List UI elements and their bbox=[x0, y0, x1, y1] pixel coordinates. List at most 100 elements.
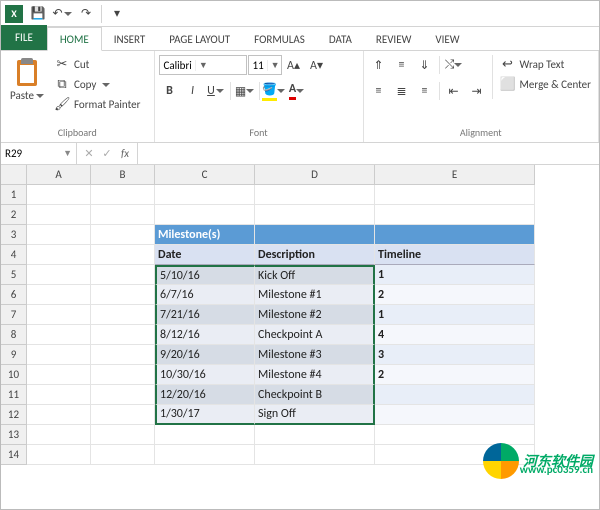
cell[interactable] bbox=[255, 425, 375, 445]
tab-page-layout[interactable]: PAGE LAYOUT bbox=[157, 28, 242, 50]
underline-button[interactable]: U bbox=[205, 81, 227, 101]
cell[interactable] bbox=[27, 385, 91, 405]
cell[interactable] bbox=[91, 365, 155, 385]
cell[interactable]: Milestone(s) bbox=[155, 225, 255, 245]
cell[interactable]: Sign Off bbox=[255, 405, 375, 425]
cell[interactable]: 6/7/16 bbox=[155, 285, 255, 305]
cell[interactable]: 1 bbox=[375, 305, 535, 325]
grow-font-button[interactable]: A▴ bbox=[283, 55, 305, 75]
cell[interactable]: 8/12/16 bbox=[155, 325, 255, 345]
cell[interactable] bbox=[375, 385, 535, 405]
row-header[interactable]: 1 bbox=[1, 185, 27, 205]
cell[interactable] bbox=[155, 205, 255, 225]
cell[interactable]: Milestone #2 bbox=[255, 305, 375, 325]
cell[interactable] bbox=[91, 385, 155, 405]
cell[interactable] bbox=[91, 305, 155, 325]
col-header-e[interactable]: E bbox=[375, 165, 535, 185]
cell[interactable] bbox=[27, 185, 91, 205]
cell[interactable] bbox=[91, 405, 155, 425]
tab-review[interactable]: REVIEW bbox=[364, 28, 424, 50]
row-header[interactable]: 12 bbox=[1, 405, 27, 425]
select-all-corner[interactable] bbox=[1, 165, 27, 185]
cell[interactable] bbox=[27, 265, 91, 285]
decrease-indent-button[interactable]: ⇤ bbox=[443, 81, 465, 101]
cell[interactable]: 2 bbox=[375, 365, 535, 385]
cell[interactable] bbox=[27, 445, 91, 465]
copy-button[interactable]: ⧉Copy bbox=[51, 75, 143, 94]
merge-center-button[interactable]: ⬜Merge & Center bbox=[497, 75, 595, 94]
cell[interactable]: Description bbox=[255, 245, 375, 265]
cell[interactable]: 3 bbox=[375, 345, 535, 365]
cell[interactable] bbox=[255, 185, 375, 205]
row-header[interactable]: 9 bbox=[1, 345, 27, 365]
increase-indent-button[interactable]: ⇥ bbox=[466, 81, 488, 101]
font-color-button[interactable]: A bbox=[286, 81, 308, 101]
row-header[interactable]: 2 bbox=[1, 205, 27, 225]
cell[interactable] bbox=[27, 205, 91, 225]
col-header-b[interactable]: B bbox=[91, 165, 155, 185]
cell[interactable] bbox=[155, 425, 255, 445]
cell[interactable]: Milestone #1 bbox=[255, 285, 375, 305]
paste-button[interactable]: Paste bbox=[5, 55, 49, 104]
cell[interactable] bbox=[375, 405, 535, 425]
cell[interactable] bbox=[91, 225, 155, 245]
cell[interactable]: 2 bbox=[375, 285, 535, 305]
row-header[interactable]: 14 bbox=[1, 445, 27, 465]
italic-button[interactable]: I bbox=[182, 81, 204, 101]
cell[interactable] bbox=[91, 185, 155, 205]
redo-button[interactable]: ↷ bbox=[75, 3, 97, 25]
shrink-font-button[interactable]: A▾ bbox=[306, 55, 328, 75]
accept-formula-icon[interactable]: ✓ bbox=[99, 147, 115, 160]
cell[interactable] bbox=[255, 445, 375, 465]
align-center-button[interactable]: ≣ bbox=[391, 81, 413, 101]
name-box[interactable]: R29▼ bbox=[1, 143, 77, 164]
cell[interactable]: Checkpoint A bbox=[255, 325, 375, 345]
align-top-button[interactable]: ⇑ bbox=[368, 55, 390, 75]
row-header[interactable]: 7 bbox=[1, 305, 27, 325]
row-header[interactable]: 4 bbox=[1, 245, 27, 265]
cell[interactable] bbox=[375, 205, 535, 225]
cell[interactable] bbox=[91, 285, 155, 305]
cell[interactable]: 9/20/16 bbox=[155, 345, 255, 365]
undo-button[interactable]: ↶ bbox=[51, 3, 73, 25]
cancel-formula-icon[interactable]: ✕ bbox=[81, 147, 97, 160]
col-header-c[interactable]: C bbox=[155, 165, 255, 185]
tab-view[interactable]: VIEW bbox=[423, 28, 471, 50]
cell[interactable] bbox=[27, 345, 91, 365]
cell[interactable] bbox=[375, 425, 535, 445]
borders-button[interactable]: ▦ bbox=[234, 81, 256, 101]
row-header[interactable]: 5 bbox=[1, 265, 27, 285]
format-painter-button[interactable]: 🖌Format Painter bbox=[51, 95, 143, 114]
row-header[interactable]: 10 bbox=[1, 365, 27, 385]
cell[interactable]: 10/30/16 bbox=[155, 365, 255, 385]
tab-insert[interactable]: INSERT bbox=[102, 28, 158, 50]
tab-home[interactable]: HOME bbox=[47, 27, 102, 51]
wrap-text-button[interactable]: ↩Wrap Text bbox=[497, 55, 595, 74]
tab-formulas[interactable]: FORMULAS bbox=[242, 28, 317, 50]
row-header[interactable]: 11 bbox=[1, 385, 27, 405]
cell[interactable]: 12/20/16 bbox=[155, 385, 255, 405]
cell[interactable]: Milestone #4 bbox=[255, 365, 375, 385]
cell[interactable] bbox=[155, 445, 255, 465]
cell[interactable]: 5/10/16 bbox=[155, 265, 255, 285]
cell[interactable] bbox=[91, 265, 155, 285]
row-header[interactable]: 6 bbox=[1, 285, 27, 305]
cell[interactable]: Milestone #3 bbox=[255, 345, 375, 365]
tab-file[interactable]: FILE bbox=[1, 25, 47, 50]
row-header[interactable]: 8 bbox=[1, 325, 27, 345]
formula-input[interactable] bbox=[138, 143, 599, 164]
cell[interactable] bbox=[375, 185, 535, 205]
cell[interactable]: 4 bbox=[375, 325, 535, 345]
fill-color-button[interactable]: 🪣 bbox=[263, 81, 285, 101]
cell[interactable]: Date bbox=[155, 245, 255, 265]
fx-icon[interactable]: fx bbox=[117, 147, 133, 160]
cell[interactable] bbox=[27, 425, 91, 445]
align-right-button[interactable]: ≡ bbox=[414, 81, 436, 101]
cell[interactable]: Timeline bbox=[375, 245, 535, 265]
orientation-button[interactable]: ⤭ bbox=[443, 55, 465, 75]
customize-qat-button[interactable]: ▾ bbox=[106, 3, 128, 25]
row-header[interactable]: 13 bbox=[1, 425, 27, 445]
col-header-d[interactable]: D bbox=[255, 165, 375, 185]
cell[interactable]: 1 bbox=[375, 265, 535, 285]
row-header[interactable]: 3 bbox=[1, 225, 27, 245]
